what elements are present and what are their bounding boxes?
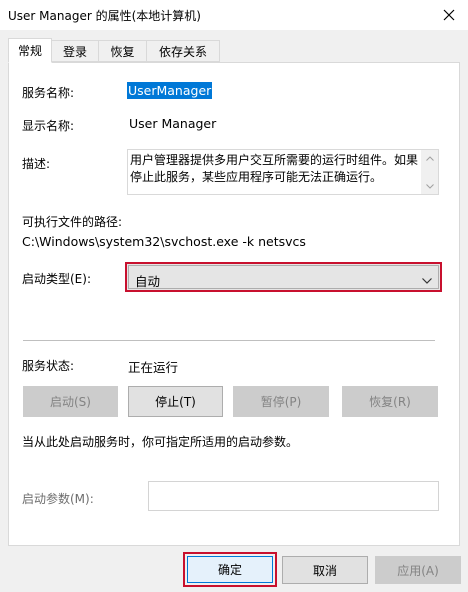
tab-recovery[interactable]: 恢复 [98, 40, 147, 62]
description-scrollbar[interactable] [421, 150, 438, 194]
close-button[interactable] [436, 2, 462, 28]
scroll-up-button[interactable] [421, 151, 438, 165]
stop-button[interactable]: 停止(T) [128, 386, 223, 417]
start-button[interactable]: 启动(S) [23, 386, 118, 417]
description-box[interactable]: 用户管理器提供多用户交互所需要的运行时组件。如果停止此服务，某些应用程序可能无法… [127, 149, 439, 195]
service-name-value[interactable]: UserManager [127, 82, 213, 99]
chevron-down-icon [425, 183, 434, 189]
service-status-label: 服务状态: [22, 359, 75, 373]
title-bar: User Manager 的属性(本地计算机) [0, 0, 468, 30]
close-icon [443, 9, 455, 21]
tab-label: 依存关系 [158, 44, 207, 59]
tab-label: 恢复 [110, 44, 135, 59]
service-name-text: UserManager [127, 82, 213, 99]
display-name-label: 显示名称: [22, 119, 75, 133]
tab-label: 登录 [62, 44, 87, 59]
resume-button[interactable]: 恢复(R) [342, 386, 438, 417]
chevron-down-icon [422, 278, 432, 284]
service-status-value: 正在运行 [128, 360, 179, 375]
resume-button-label: 恢复(R) [369, 395, 411, 409]
description-text: 用户管理器提供多用户交互所需要的运行时组件。如果停止此服务，某些应用程序可能无法… [130, 153, 419, 184]
cancel-button[interactable]: 取消 [282, 556, 368, 584]
exe-path-value: C:\Windows\system32\svchost.exe -k netsv… [22, 234, 306, 249]
apply-button-label: 应用(A) [397, 563, 439, 578]
apply-button[interactable]: 应用(A) [375, 556, 461, 584]
tab-label: 常规 [17, 44, 42, 58]
service-name-label: 服务名称: [22, 86, 75, 100]
pause-button-label: 暂停(P) [260, 395, 302, 409]
startup-type-select[interactable]: 自动 [125, 262, 442, 292]
separator [23, 340, 435, 341]
start-params-hint: 当从此处启动服务时，你可指定所适用的启动参数。 [22, 435, 299, 449]
exe-path-label: 可执行文件的路径: [22, 215, 123, 229]
window-title: User Manager 的属性(本地计算机) [8, 9, 201, 23]
pause-button[interactable]: 暂停(P) [233, 386, 329, 417]
display-name-value[interactable]: User Manager [129, 116, 216, 131]
chevron-up-icon [425, 155, 434, 161]
start-params-label: 启动参数(M): [22, 492, 94, 506]
start-params-input[interactable] [148, 481, 439, 511]
startup-type-select-inner: 自动 [128, 265, 439, 289]
tab-dependencies[interactable]: 依存关系 [146, 40, 220, 62]
scroll-down-button[interactable] [421, 179, 438, 193]
tab-general[interactable]: 常规 [8, 38, 52, 63]
tab-logon[interactable]: 登录 [51, 40, 99, 62]
start-button-label: 启动(S) [50, 395, 91, 409]
ok-button[interactable]: 确定 [187, 556, 273, 583]
dropdown-arrow [422, 273, 432, 287]
cancel-button-label: 取消 [312, 563, 337, 578]
ok-button-label: 确定 [217, 563, 242, 577]
general-panel [8, 62, 460, 546]
stop-button-label: 停止(T) [155, 395, 196, 409]
startup-type-label: 启动类型(E): [22, 272, 91, 286]
description-label: 描述: [22, 157, 51, 171]
startup-type-value: 自动 [135, 274, 161, 289]
ok-button-highlight: 确定 [183, 552, 277, 587]
